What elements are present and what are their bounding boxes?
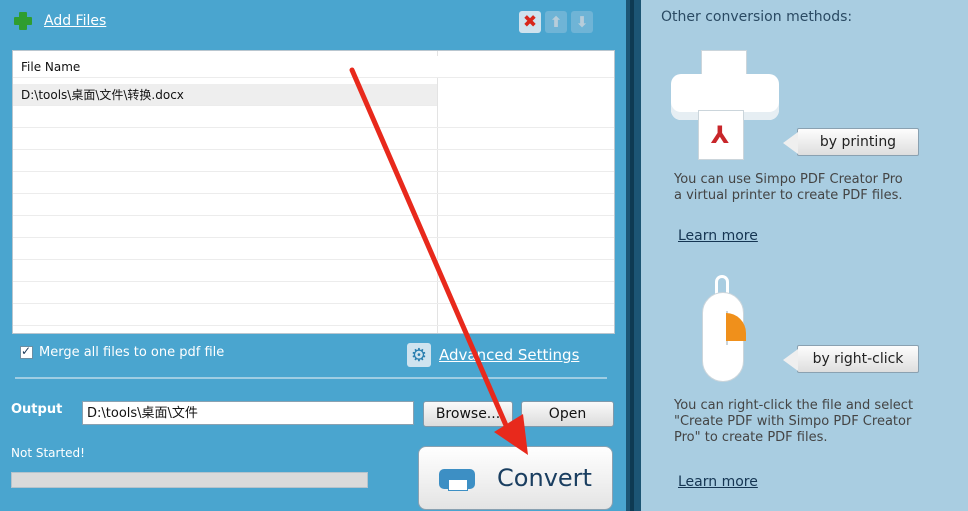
by-right-click-button[interactable]: by right-click (783, 345, 919, 373)
advanced-settings[interactable]: ⚙ Advanced Settings (407, 343, 579, 367)
conversion-panel: Add Files ✖ ⬆ ⬇ File Name D:\tools\桌面\文件… (0, 0, 626, 511)
table-row-empty (13, 260, 614, 282)
learn-more-printing-link[interactable]: Learn more (678, 228, 758, 244)
printer-illustration: ⅄ (668, 50, 780, 160)
file-toolbar: ✖ ⬆ ⬇ (519, 11, 593, 33)
merge-label: Merge all files to one pdf file (39, 345, 225, 360)
gear-icon[interactable]: ⚙ (407, 343, 431, 367)
table-row-empty (13, 304, 614, 326)
open-button[interactable]: Open (521, 401, 614, 427)
status-text: Not Started! (11, 446, 85, 460)
other-methods-title: Other conversion methods: (661, 9, 853, 25)
other-methods-panel: Other conversion methods: ⅄ by printing … (641, 0, 968, 511)
advanced-settings-link[interactable]: Advanced Settings (439, 346, 579, 364)
table-row-empty (13, 172, 614, 194)
convert-label: Convert (497, 464, 592, 492)
output-label: Output (11, 402, 63, 417)
convert-button[interactable]: Convert (418, 446, 613, 510)
table-row-empty (13, 216, 614, 238)
printer-icon (439, 465, 476, 491)
pdf-icon: ⅄ (711, 121, 730, 149)
file-table[interactable]: File Name D:\tools\桌面\文件\转换.docx (12, 50, 615, 334)
panel-separator (626, 0, 641, 511)
add-files-link[interactable]: Add Files (44, 13, 106, 29)
table-row[interactable]: D:\tools\桌面\文件\转换.docx (13, 84, 437, 106)
arrow-down-icon[interactable]: ⬇ (571, 11, 593, 33)
pdf-document: ⅄ (698, 110, 744, 160)
arrow-up-icon[interactable]: ⬆ (545, 11, 567, 33)
table-row-empty (13, 282, 614, 304)
table-header[interactable]: File Name (13, 56, 614, 78)
mouse-right-button (726, 313, 746, 341)
table-row-empty (13, 128, 614, 150)
delete-icon[interactable]: ✖ (519, 11, 541, 33)
table-row-empty (13, 238, 614, 260)
browse-button[interactable]: Browse... (423, 401, 513, 427)
merge-checkbox[interactable] (20, 344, 33, 359)
printing-description: You can use Simpo PDF Creator Pro a virt… (674, 172, 903, 203)
divider (15, 377, 607, 379)
table-row-empty (13, 106, 614, 128)
output-path-field[interactable]: D:\tools\桌面\文件 (82, 401, 414, 425)
by-printing-button[interactable]: by printing (783, 128, 919, 156)
plus-icon[interactable] (12, 10, 34, 32)
learn-more-rightclick-link[interactable]: Learn more (678, 474, 758, 490)
mouse-body (702, 292, 746, 382)
table-row-empty (13, 194, 614, 216)
table-row-empty (13, 150, 614, 172)
progress-bar (11, 472, 368, 488)
rightclick-description: You can right-click the file and select … (674, 398, 914, 445)
merge-option[interactable]: Merge all files to one pdf file (20, 344, 225, 360)
add-files-button[interactable]: Add Files (12, 10, 106, 32)
mouse-icon (699, 275, 747, 385)
